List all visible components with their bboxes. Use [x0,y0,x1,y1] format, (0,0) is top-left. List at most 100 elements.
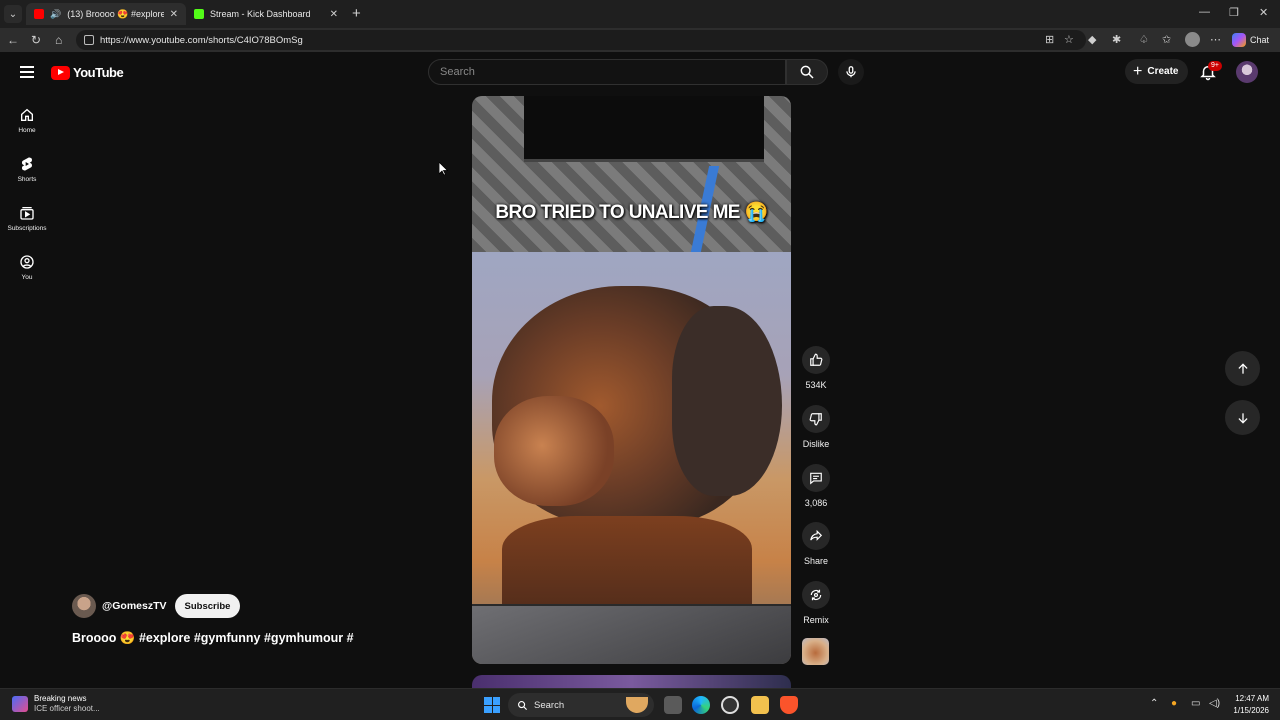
tab-kick-dashboard[interactable]: Stream - Kick Dashboard ✕ [186,3,346,25]
share-action[interactable]: Share [797,522,835,566]
volume-icon[interactable]: ◁) [1209,698,1220,709]
system-clock[interactable]: 12:47 AM 1/15/2026 [1229,693,1269,717]
search-button[interactable] [786,59,828,85]
browser-tab-strip: ⌄ 🔊 (13) Broooo 😍 #explore #gym ✕ Stream… [0,0,1280,28]
youtube-favicon-icon [34,9,44,19]
sidebar-item-you[interactable]: You [0,245,54,289]
subscriptions-icon [20,206,34,220]
channel-name[interactable]: @GomeszTV [102,600,167,612]
news-icon [12,696,28,712]
sidebar-item-label: Subscriptions [7,224,47,232]
channel-avatar[interactable] [72,594,96,618]
search-icon [518,700,528,710]
short-title[interactable]: Broooo 😍 #explore #gymfunny #gymhumour # [72,631,354,646]
maximize-button[interactable]: ❐ [1229,6,1239,19]
account-avatar[interactable] [1236,61,1258,83]
sound-thumbnail[interactable] [802,638,829,665]
comment-count: 3,086 [804,498,828,508]
close-tab-icon[interactable]: ✕ [170,9,178,20]
search-input[interactable] [440,66,785,78]
comment-action[interactable]: 3,086 [797,464,835,508]
browser-essentials-icon[interactable]: ♤ [1139,33,1149,46]
tab-youtube[interactable]: 🔊 (13) Broooo 😍 #explore #gym ✕ [26,3,186,25]
taskbar-search[interactable]: Search [508,693,654,717]
dislike-button[interactable] [802,405,830,433]
menu-icon[interactable] [20,66,34,78]
sidebar-item-label: Home [18,126,36,134]
dislike-label: Dislike [802,439,830,449]
more-options-icon[interactable]: ⋯ [1210,33,1221,46]
search-box [428,59,786,85]
chat-label: Chat [1250,34,1270,45]
microphone-tray-icon[interactable]: ● [1171,698,1177,709]
close-tab-icon[interactable]: ✕ [330,9,338,20]
remix-button[interactable] [802,581,830,609]
comments-button[interactable] [802,464,830,492]
tab-actions-menu[interactable]: ⌄ [4,5,22,23]
video-caption-overlay: BRO TRIED TO UNALIVE ME 😭 [495,202,768,223]
news-title: Breaking news [34,694,87,703]
back-icon[interactable]: ← [7,32,19,48]
file-explorer-icon[interactable] [751,696,769,714]
windows-taskbar: Breaking news ICE officer shoot... Searc… [0,688,1280,720]
close-window-button[interactable]: ✕ [1259,6,1268,19]
brave-icon[interactable] [780,696,798,714]
clock-time: 12:47 AM [1235,694,1269,703]
shorts-video-player[interactable]: BRO TRIED TO UNALIVE ME 😭 [472,96,791,664]
dislike-action[interactable]: Dislike [797,405,835,449]
voice-search-button[interactable] [838,59,864,85]
new-tab-button[interactable]: + [352,5,361,23]
thumbs-down-icon [809,413,822,426]
sidebar-item-label: Shorts [17,175,37,183]
browser-profile-avatar[interactable] [1185,32,1200,47]
remix-label: Remix [803,615,829,625]
channel-info: @GomeszTV Subscribe [72,594,241,618]
create-label: Create [1147,66,1179,77]
previous-short-button[interactable] [1225,351,1260,386]
comment-icon [810,472,822,485]
sidebar-item-shorts[interactable]: Shorts [0,147,54,191]
remix-action[interactable]: Remix [797,581,835,625]
extension-diamond-icon[interactable]: ◆ [1088,33,1096,46]
like-count: 534K [805,380,827,390]
mouse-cursor-icon [439,162,448,176]
edge-icon[interactable] [692,696,710,714]
copilot-chat-button[interactable]: Chat [1232,31,1269,48]
youtube-play-icon [51,65,70,80]
home-browser-icon[interactable]: ⌂ [55,32,62,48]
network-icon[interactable]: ▭ [1191,698,1200,709]
video-dog-snout [494,396,614,506]
news-widget[interactable]: Breaking news ICE officer shoot... [12,694,100,714]
copilot-icon [1232,32,1246,47]
news-subtitle: ICE officer shoot... [34,704,100,713]
tab-audio-icon[interactable]: 🔊 [50,9,61,20]
url-text: https://www.youtube.com/shorts/C4IO78BOm… [100,34,303,46]
like-button[interactable] [802,346,830,374]
address-bar[interactable]: https://www.youtube.com/shorts/C4IO78BOm… [76,30,1086,50]
taskbar-search-label: Search [534,699,565,711]
task-view-icon[interactable] [664,696,682,714]
subscribe-button[interactable]: Subscribe [174,594,241,618]
start-button[interactable] [484,697,500,713]
share-button[interactable] [802,522,830,550]
show-hidden-icons[interactable]: ⌃ [1150,698,1158,709]
next-short-button[interactable] [1225,400,1260,435]
minimize-button[interactable]: — [1199,6,1210,18]
favorite-star-icon[interactable]: ☆ [1064,33,1074,46]
like-action[interactable]: 534K [797,346,835,390]
tab-title: Stream - Kick Dashboard [210,9,311,19]
arrow-down-icon [1237,412,1248,424]
favorites-icon[interactable]: ✩ [1162,33,1171,46]
create-button[interactable]: + Create [1125,59,1189,84]
site-info-icon[interactable] [84,35,94,45]
app-available-icon[interactable]: ⊞ [1045,33,1054,46]
sidebar-item-subscriptions[interactable]: Subscriptions [0,196,54,240]
extensions-icon[interactable]: ✱ [1112,33,1121,46]
chrome-dev-icon[interactable] [721,696,739,714]
refresh-icon[interactable]: ↻ [31,32,41,48]
youtube-logo[interactable]: YouTube [51,65,124,80]
search-highlight-icon [626,697,648,713]
plus-icon: + [1133,62,1143,80]
share-icon [810,529,823,541]
sidebar-item-home[interactable]: Home [0,98,54,142]
